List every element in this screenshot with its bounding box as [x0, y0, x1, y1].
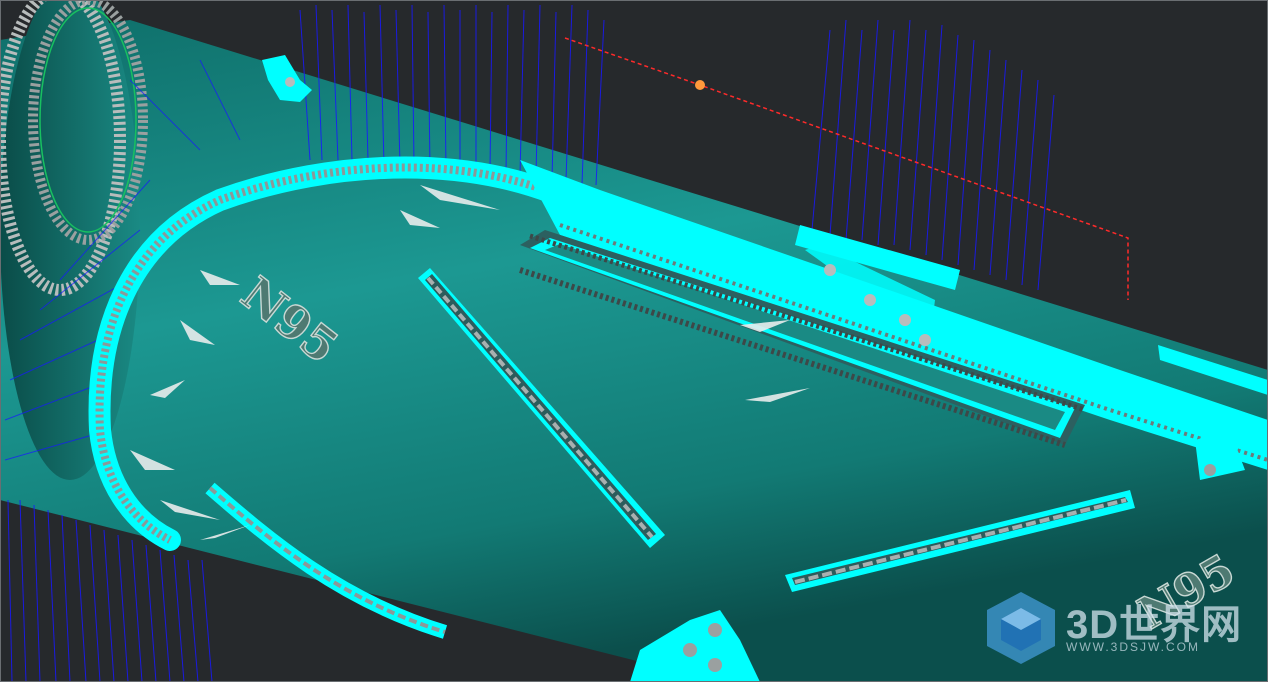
- measure-point[interactable]: [695, 80, 705, 90]
- watermark-url: WWW.3DSJW.COM: [1066, 640, 1200, 654]
- cube-logo-icon: [987, 592, 1055, 664]
- cad-scene[interactable]: N95 N95: [0, 0, 1268, 682]
- cad-3d-viewport[interactable]: N95 N95 3D世界网 WWW.3DSJW.COM: [0, 0, 1268, 682]
